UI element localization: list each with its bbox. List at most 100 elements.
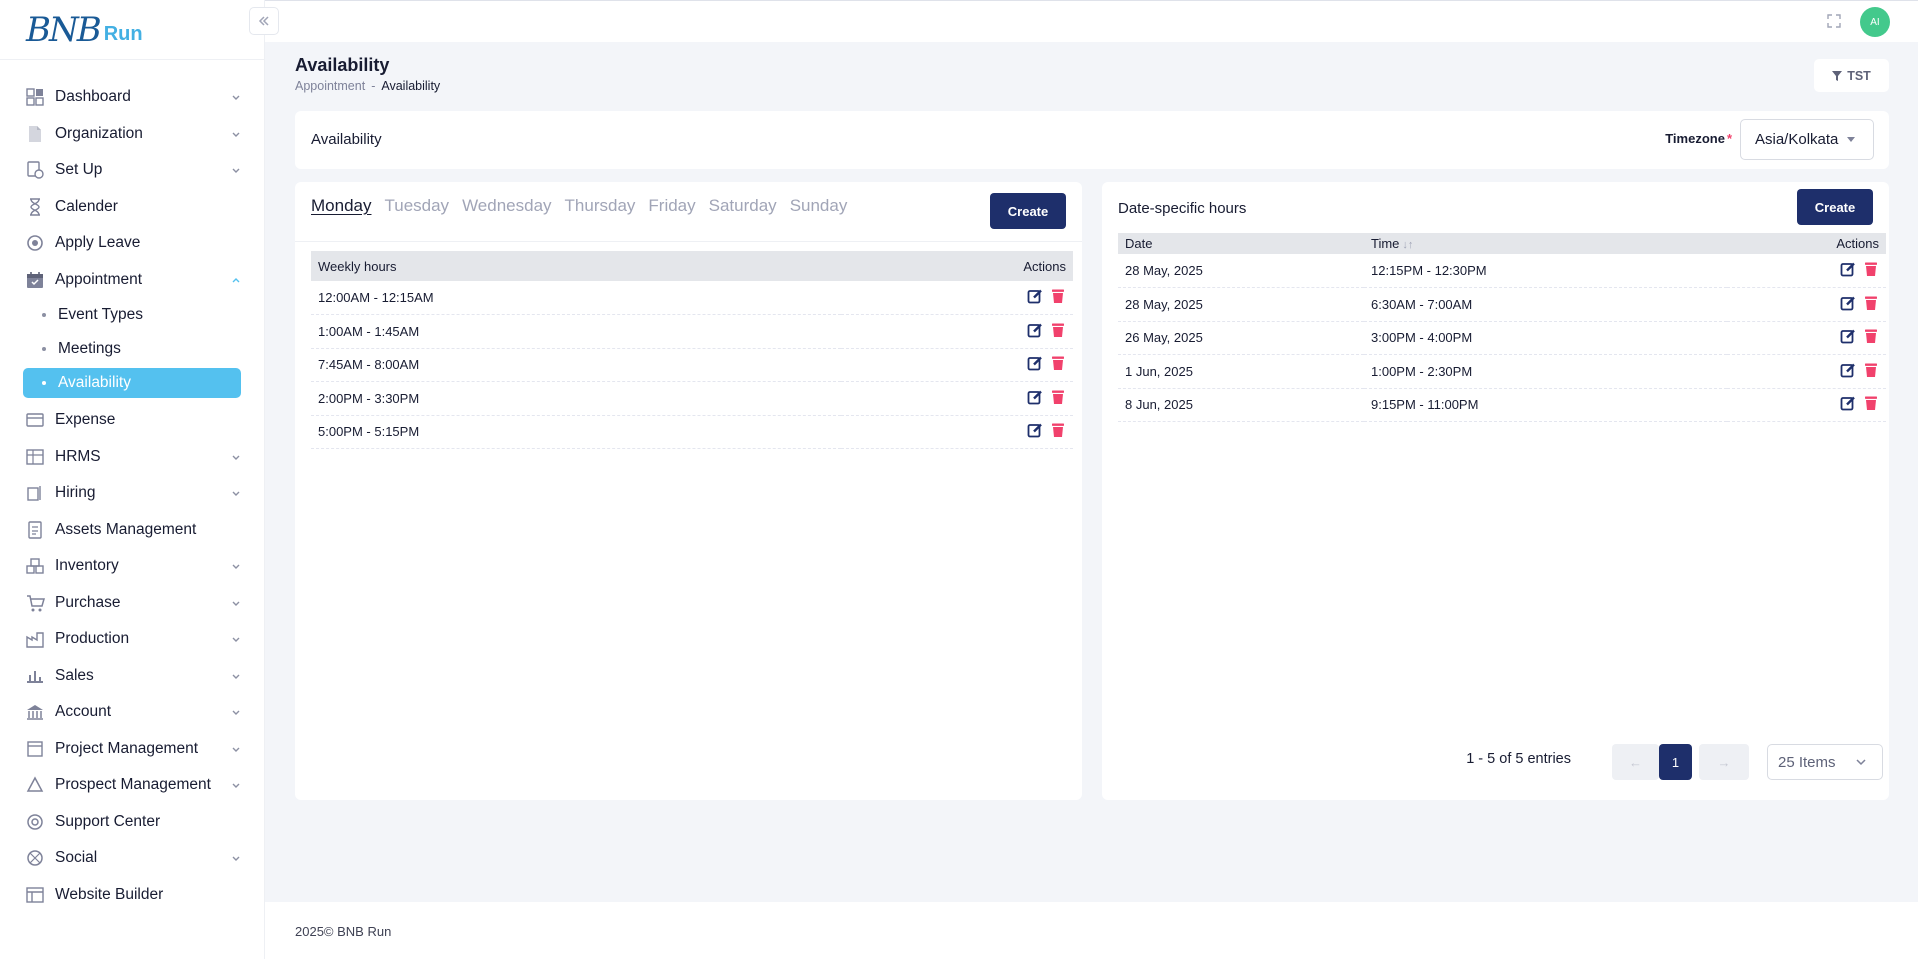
logo[interactable]: BNB Run: [0, 0, 264, 60]
sidebar-subitem-event-types[interactable]: Event Types: [0, 298, 264, 332]
date-specific-create-button[interactable]: Create: [1797, 189, 1873, 225]
availability-header-card: Availability Timezone * Asia/Kolkata: [295, 111, 1889, 169]
date-cell: 1 Jun, 2025: [1118, 354, 1364, 389]
calendar-icon: [25, 270, 45, 290]
trash-icon[interactable]: [1863, 362, 1879, 378]
sidebar-item-set-up[interactable]: Set Up: [0, 152, 264, 189]
sidebar-subitem-availability[interactable]: Availability: [23, 368, 241, 398]
actions-cell: [841, 281, 1073, 315]
sidebar-item-label: Sales: [55, 666, 94, 684]
sidebar-item-apply-leave[interactable]: Apply Leave: [0, 225, 264, 262]
sidebar-item-support-center[interactable]: Support Center: [0, 804, 264, 841]
trash-icon[interactable]: [1863, 328, 1879, 344]
sidebar-item-label: Dashboard: [55, 88, 131, 106]
weekly-hours-cell: 2:00PM - 3:30PM: [311, 381, 842, 416]
sidebar-item-inventory[interactable]: Inventory: [0, 548, 264, 585]
sidebar-item-label: Appointment: [55, 270, 143, 288]
sidebar-item-prospect-management[interactable]: Prospect Management: [0, 767, 264, 804]
edit-icon[interactable]: [1027, 288, 1043, 304]
required-marker: *: [1726, 131, 1732, 146]
logo-text: Run: [103, 23, 143, 45]
filter-button[interactable]: TST: [1814, 59, 1889, 92]
column-header-time[interactable]: Time ↓↑: [1364, 233, 1728, 254]
tab-saturday[interactable]: Saturday: [709, 196, 777, 216]
chevron-down-icon: [1856, 759, 1866, 766]
sidebar-item-label: Inventory: [55, 557, 119, 575]
chevron-down-icon: [230, 91, 242, 103]
sidebar-item-label: Account: [55, 703, 112, 721]
trash-icon[interactable]: [1050, 322, 1066, 338]
fullscreen-icon[interactable]: [1826, 13, 1842, 29]
trash-icon[interactable]: [1050, 389, 1066, 405]
trash-icon[interactable]: [1050, 355, 1066, 371]
table-row: 28 May, 2025 12:15PM - 12:30PM: [1118, 254, 1886, 288]
sidebar-item-assets-management[interactable]: Assets Management: [0, 512, 264, 549]
sidebar-collapse-button[interactable]: [249, 7, 279, 35]
timezone-label: Timezone *: [1665, 131, 1732, 146]
column-header-date[interactable]: Date: [1118, 233, 1364, 254]
tab-monday[interactable]: Monday: [311, 196, 371, 216]
edit-icon[interactable]: [1027, 322, 1043, 338]
sidebar-item-label: Hiring: [55, 484, 96, 502]
trash-icon[interactable]: [1863, 261, 1879, 277]
items-per-page-select[interactable]: 25 Items: [1767, 744, 1883, 780]
sidebar-item-project-management[interactable]: Project Management: [0, 731, 264, 768]
tab-friday[interactable]: Friday: [648, 196, 695, 216]
edit-icon[interactable]: [1027, 422, 1043, 438]
sort-icon[interactable]: ↓↑: [1402, 239, 1413, 251]
pagination-page-button[interactable]: 1: [1659, 744, 1692, 780]
sidebar-item-sales[interactable]: Sales: [0, 658, 264, 695]
breadcrumb-item-appointment[interactable]: Appointment: [295, 79, 365, 93]
chevron-down-icon: [230, 743, 242, 755]
tab-thursday[interactable]: Thursday: [565, 196, 636, 216]
sidebar-item-appointment[interactable]: Appointment: [0, 262, 264, 299]
actions-cell: [841, 348, 1073, 382]
sidebar-item-website-builder[interactable]: Website Builder: [0, 877, 264, 914]
pagination-next-button[interactable]: →: [1699, 744, 1749, 780]
sidebar-item-production[interactable]: Production: [0, 621, 264, 658]
breadcrumb: Appointment - Availability: [295, 79, 440, 93]
tab-wednesday[interactable]: Wednesday: [462, 196, 551, 216]
edit-icon[interactable]: [1027, 355, 1043, 371]
main-content: Availability Appointment - Availability TS…: [265, 42, 1918, 902]
column-header-actions: Actions: [1727, 233, 1886, 254]
tab-tuesday[interactable]: Tuesday: [384, 196, 449, 216]
edit-icon[interactable]: [1840, 328, 1856, 344]
chevron-down-icon: [230, 706, 242, 718]
trash-icon[interactable]: [1050, 422, 1066, 438]
table-row: 12:00AM - 12:15AM: [311, 281, 1073, 315]
sidebar-item-label: Support Center: [55, 812, 161, 830]
sidebar-item-purchase[interactable]: Purchase: [0, 585, 264, 622]
tab-sunday[interactable]: Sunday: [790, 196, 848, 216]
hiring-icon: [25, 483, 45, 503]
weekly-create-button[interactable]: Create: [990, 193, 1066, 229]
sidebar-subitem-meetings[interactable]: Meetings: [0, 332, 264, 366]
avatar[interactable]: AI: [1860, 7, 1890, 37]
weekly-hours-cell: 5:00PM - 5:15PM: [311, 415, 842, 449]
sidebar-item-social[interactable]: Social: [0, 840, 264, 877]
sidebar-item-hiring[interactable]: Hiring: [0, 475, 264, 512]
sidebar-item-dashboard[interactable]: Dashboard: [0, 79, 264, 116]
sidebar-item-calender[interactable]: Calender: [0, 189, 264, 226]
edit-icon[interactable]: [1840, 362, 1856, 378]
table-row: 2:00PM - 3:30PM: [311, 381, 1073, 416]
sidebar-item-hrms[interactable]: HRMS: [0, 439, 264, 476]
sidebar-subitem-label: Availability: [58, 374, 131, 391]
edit-icon[interactable]: [1840, 261, 1856, 277]
sales-icon: [25, 666, 45, 686]
sidebar-item-account[interactable]: Account: [0, 694, 264, 731]
sidebar-item-expense[interactable]: Expense: [0, 402, 264, 439]
sidebar-item-organization[interactable]: Organization: [0, 116, 264, 153]
column-header-time-label: Time: [1371, 236, 1400, 251]
edit-icon[interactable]: [1840, 395, 1856, 411]
timezone-select[interactable]: Asia/Kolkata: [1740, 119, 1874, 160]
trash-icon[interactable]: [1863, 295, 1879, 311]
edit-icon[interactable]: [1840, 295, 1856, 311]
pagination-prev-button[interactable]: ←: [1612, 744, 1659, 780]
edit-icon[interactable]: [1027, 389, 1043, 405]
trash-icon[interactable]: [1050, 288, 1066, 304]
trash-icon[interactable]: [1863, 395, 1879, 411]
items-per-page-value: 25 Items: [1778, 753, 1836, 771]
sidebar-item-label: Calender: [55, 197, 118, 215]
expense-icon: [25, 410, 45, 430]
